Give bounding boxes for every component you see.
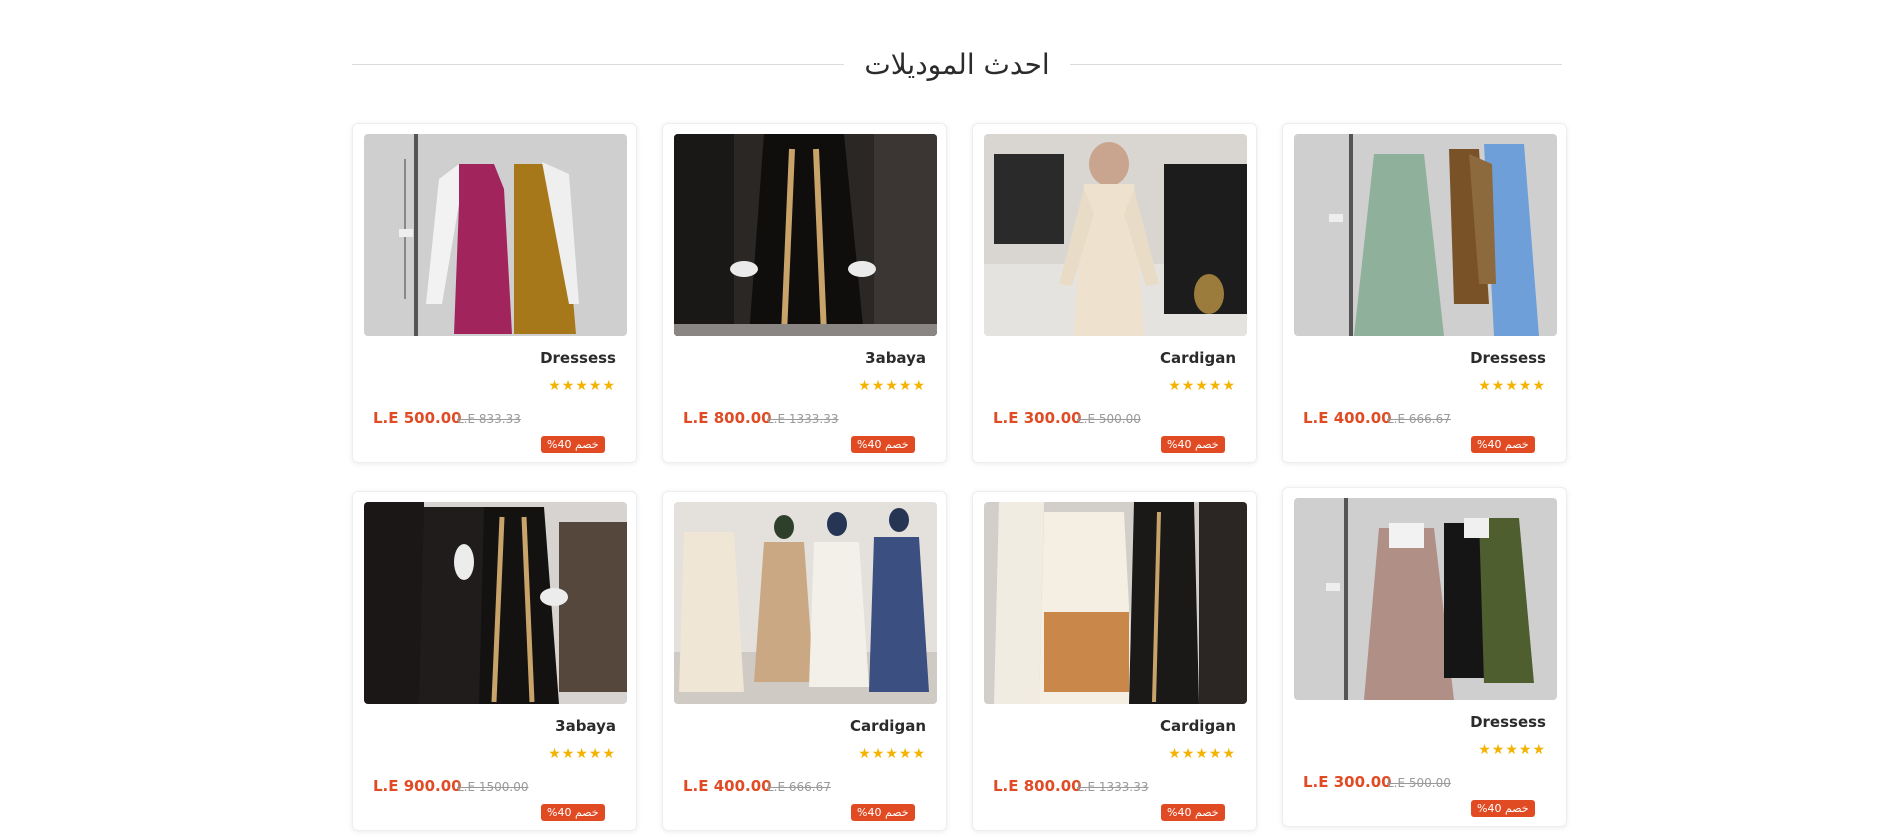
product-price: L.E 800.00 bbox=[683, 409, 772, 427]
rating-stars: ★★★★★ bbox=[858, 746, 926, 762]
product-price: L.E 800.00 bbox=[993, 777, 1082, 795]
product-old-price: L.E 666.67 bbox=[767, 780, 831, 794]
product-price: L.E 300.00 bbox=[993, 409, 1082, 427]
product-price: L.E 900.00 bbox=[373, 777, 462, 795]
product-card[interactable]: Cardigan ★★★★★ L.E 800.00 L.E 1333.33 خص… bbox=[972, 491, 1257, 831]
product-name[interactable]: Cardigan bbox=[1160, 349, 1236, 367]
discount-badge: خصم 40% bbox=[1471, 800, 1535, 817]
product-name[interactable]: Cardigan bbox=[850, 717, 926, 735]
product-image[interactable] bbox=[364, 502, 627, 704]
product-name[interactable]: 3abaya bbox=[865, 349, 926, 367]
product-name[interactable]: Cardigan bbox=[1160, 717, 1236, 735]
rating-stars: ★★★★★ bbox=[1168, 378, 1236, 394]
product-old-price: L.E 1333.33 bbox=[767, 412, 839, 426]
rating-stars: ★★★★★ bbox=[1478, 378, 1546, 394]
product-price: L.E 500.00 bbox=[373, 409, 462, 427]
product-old-price: L.E 666.67 bbox=[1387, 412, 1451, 426]
rating-stars: ★★★★★ bbox=[858, 378, 926, 394]
product-name[interactable]: 3abaya bbox=[555, 717, 616, 735]
product-name[interactable]: Dressess bbox=[1470, 713, 1546, 731]
product-image[interactable] bbox=[984, 134, 1247, 336]
product-card[interactable]: Dressess ★★★★★ L.E 400.00 L.E 666.67 خصم… bbox=[1282, 123, 1567, 463]
product-image[interactable] bbox=[1294, 134, 1557, 336]
product-old-price: L.E 1500.00 bbox=[457, 780, 529, 794]
product-price: L.E 400.00 bbox=[1303, 409, 1392, 427]
discount-badge: خصم 40% bbox=[541, 804, 605, 821]
rating-stars: ★★★★★ bbox=[1478, 742, 1546, 758]
discount-badge: خصم 40% bbox=[851, 436, 915, 453]
section-header: احدث الموديلات bbox=[352, 44, 1562, 84]
product-card[interactable]: Dressess ★★★★★ L.E 300.00 L.E 500.00 خصم… bbox=[1282, 487, 1567, 827]
rating-stars: ★★★★★ bbox=[1168, 746, 1236, 762]
divider-right bbox=[1069, 63, 1562, 65]
product-old-price: L.E 833.33 bbox=[457, 412, 521, 426]
discount-badge: خصم 40% bbox=[541, 436, 605, 453]
discount-badge: خصم 40% bbox=[1161, 436, 1225, 453]
discount-badge: خصم 40% bbox=[1471, 436, 1535, 453]
product-card[interactable]: Cardigan ★★★★★ L.E 300.00 L.E 500.00 خصم… bbox=[972, 123, 1257, 463]
product-name[interactable]: Dressess bbox=[1470, 349, 1546, 367]
product-old-price: L.E 500.00 bbox=[1387, 776, 1451, 790]
rating-stars: ★★★★★ bbox=[548, 378, 616, 394]
product-price: L.E 400.00 bbox=[683, 777, 772, 795]
divider-left bbox=[352, 63, 845, 65]
product-image[interactable] bbox=[674, 502, 937, 704]
product-card[interactable]: Cardigan ★★★★★ L.E 400.00 L.E 666.67 خصم… bbox=[662, 491, 947, 831]
product-old-price: L.E 500.00 bbox=[1077, 412, 1141, 426]
product-image[interactable] bbox=[674, 134, 937, 336]
product-price: L.E 300.00 bbox=[1303, 773, 1392, 791]
section-title: احدث الموديلات bbox=[864, 47, 1050, 81]
product-card[interactable]: Dressess ★★★★★ L.E 500.00 L.E 833.33 خصم… bbox=[352, 123, 637, 463]
product-image[interactable] bbox=[984, 502, 1247, 704]
product-card[interactable]: 3abaya ★★★★★ L.E 800.00 L.E 1333.33 خصم … bbox=[662, 123, 947, 463]
product-image[interactable] bbox=[1294, 498, 1557, 700]
product-name[interactable]: Dressess bbox=[540, 349, 616, 367]
discount-badge: خصم 40% bbox=[1161, 804, 1225, 821]
product-image[interactable] bbox=[364, 134, 627, 336]
product-card[interactable]: 3abaya ★★★★★ L.E 900.00 L.E 1500.00 خصم … bbox=[352, 491, 637, 831]
product-old-price: L.E 1333.33 bbox=[1077, 780, 1149, 794]
discount-badge: خصم 40% bbox=[851, 804, 915, 821]
rating-stars: ★★★★★ bbox=[548, 746, 616, 762]
